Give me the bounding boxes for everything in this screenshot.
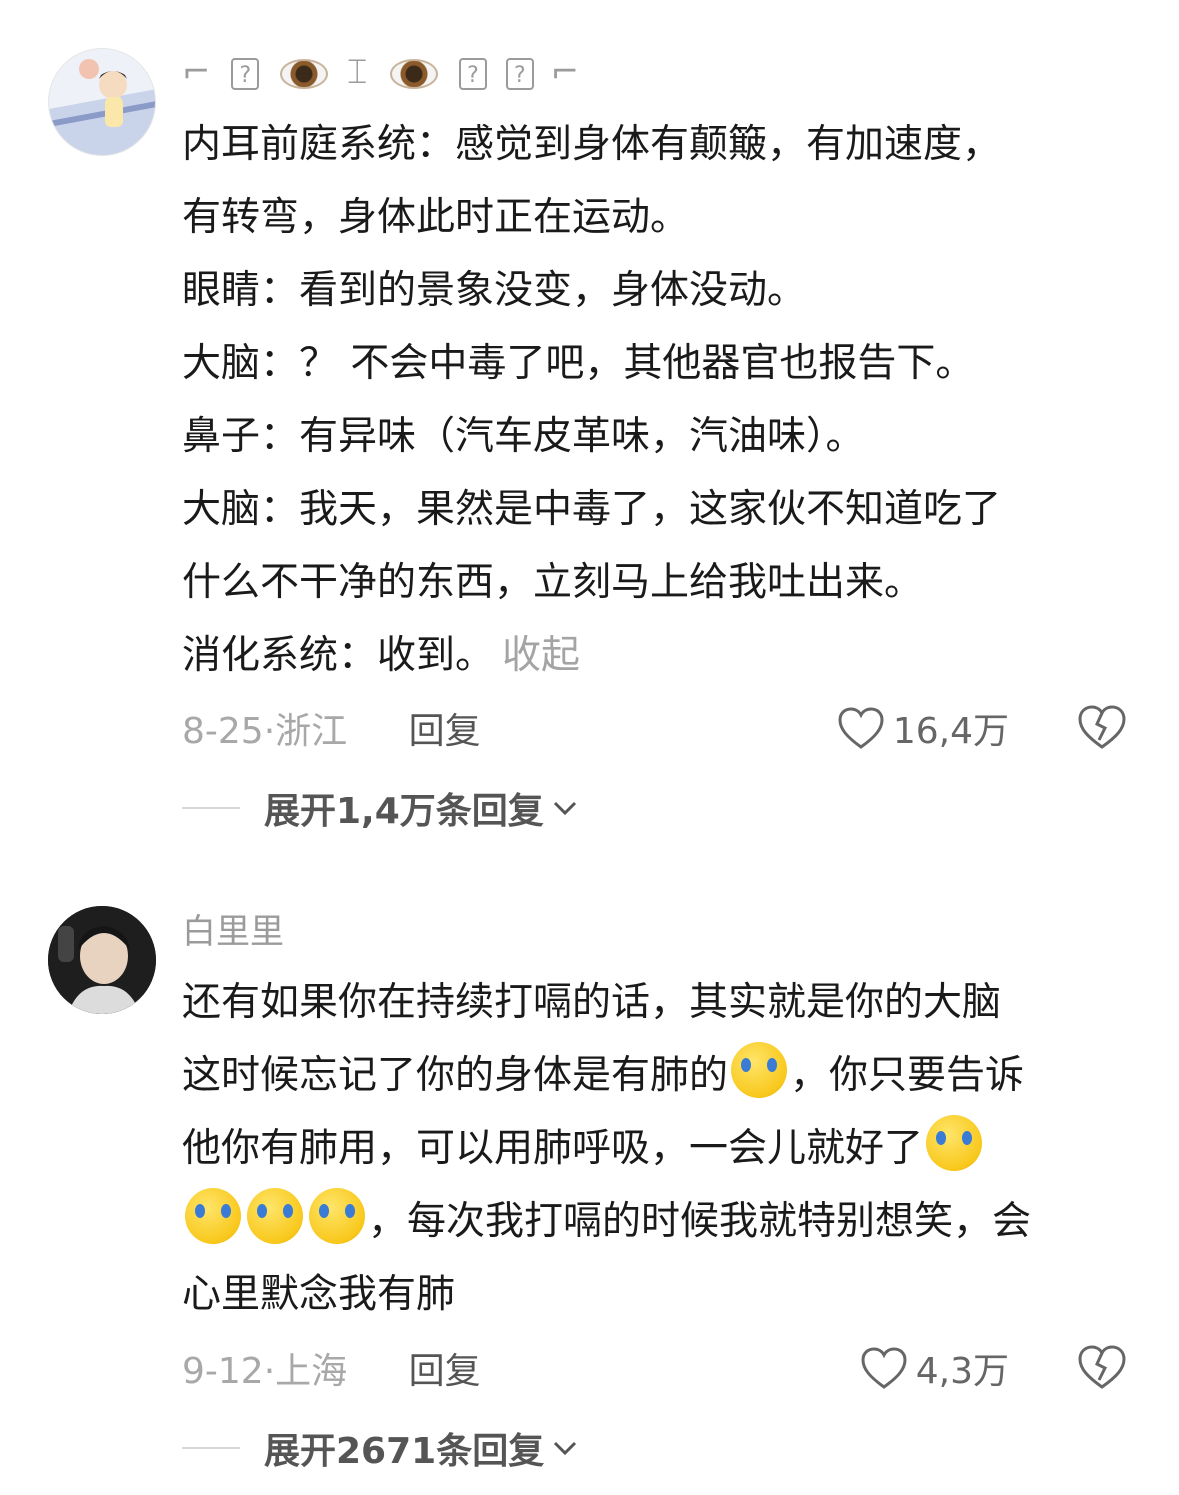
heart-icon (838, 707, 884, 749)
comment-text: 还有如果你在持续打嗝的话，其实就是你的大脑 这时候忘记了你的身体是有肺的 ，你只要… (182, 980, 1032, 1317)
like-count: 16,4万 (892, 711, 1009, 752)
loudly-crying-face-icon (247, 1188, 303, 1244)
username[interactable]: ⌐ ? ⌶ ? ? ⌐ (182, 50, 583, 94)
broken-heart-icon[interactable] (1077, 1344, 1127, 1390)
broken-heart-icon[interactable] (1077, 704, 1127, 750)
comment-text: 内耳前庭系统：感觉到身体有颠簸，有加速度， 有转弯，身体此时正在运动。 眼睛：看… (182, 122, 1002, 678)
expand-replies-button[interactable]: 展开1,4万条回复 (182, 782, 578, 834)
avatar[interactable] (48, 48, 156, 156)
divider (182, 1447, 240, 1449)
date-location: 8-25·浙江 (182, 711, 348, 752)
reply-button[interactable]: 回复 (409, 711, 481, 752)
avatar[interactable] (48, 906, 156, 1014)
eye-icon (280, 58, 329, 89)
reply-button[interactable]: 回复 (409, 1351, 481, 1392)
eye-icon (390, 58, 439, 89)
avatar-image (49, 49, 155, 155)
chevron-down-icon (554, 1441, 577, 1456)
like-button[interactable]: 16,4万 (837, 702, 1009, 754)
comment-meta: 9-12·上海 回复 (182, 1342, 481, 1394)
like-count: 4,3万 (915, 1351, 1009, 1392)
avatar-image (48, 906, 156, 1014)
missing-glyph-icon: ? (505, 57, 534, 90)
loudly-crying-face-icon (731, 1042, 788, 1098)
missing-glyph-icon: ? (458, 57, 487, 90)
collapse-link[interactable]: 收起 (502, 633, 580, 678)
loudly-crying-face-icon (309, 1188, 365, 1244)
comment-meta: 8-25·浙江 回复 (182, 702, 481, 754)
date-location: 9-12·上海 (182, 1351, 348, 1392)
missing-glyph-icon: ? (231, 57, 260, 90)
heart-icon (861, 1347, 907, 1389)
divider (182, 807, 240, 809)
loudly-crying-face-icon (926, 1115, 983, 1171)
loudly-crying-face-icon (185, 1188, 241, 1244)
username[interactable]: 白里里 (182, 910, 284, 954)
chevron-down-icon (553, 801, 576, 816)
expand-replies-button[interactable]: 展开2671条回复 (182, 1422, 578, 1474)
like-button[interactable]: 4,3万 (860, 1342, 1009, 1394)
